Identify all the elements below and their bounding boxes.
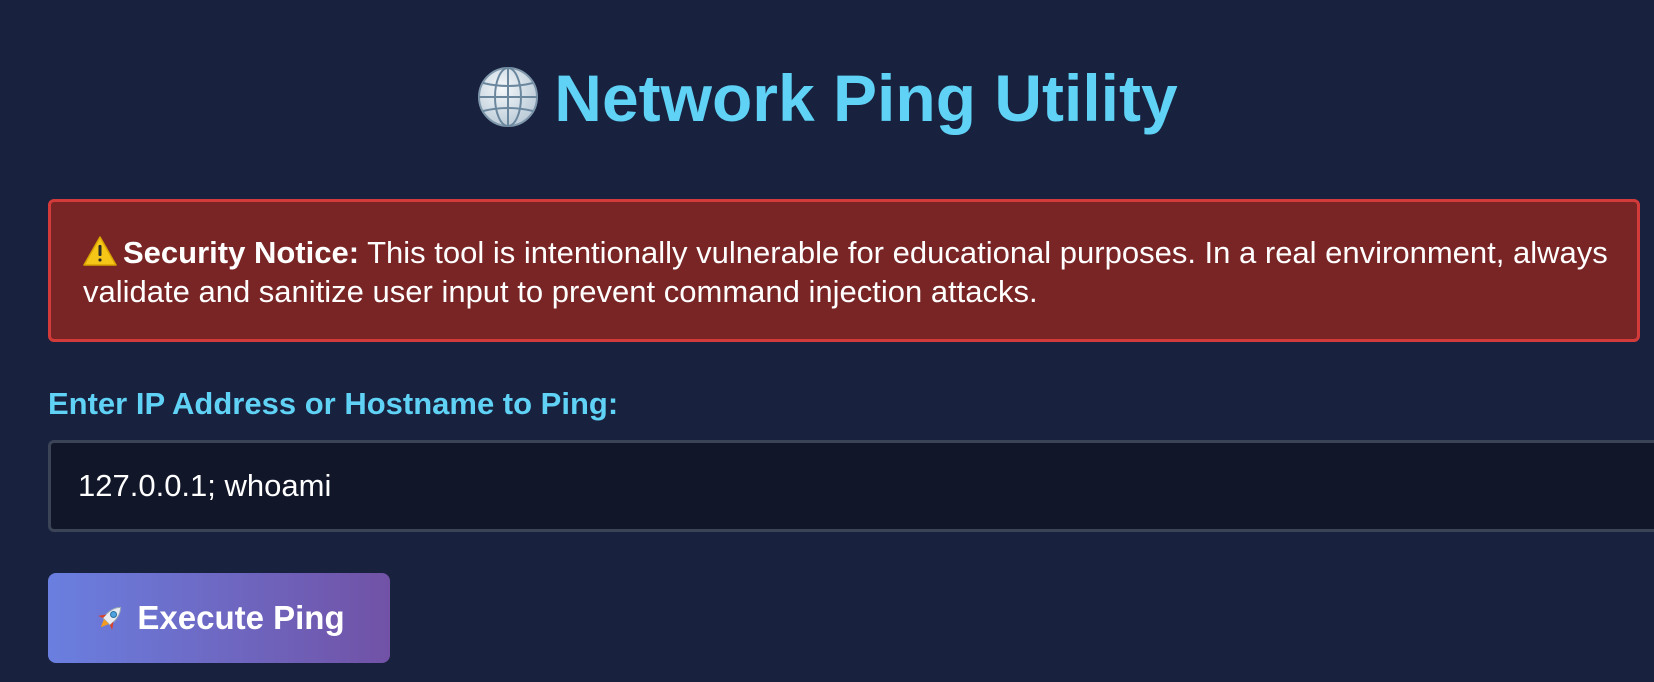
execute-ping-button[interactable]: Execute Ping [48, 573, 390, 663]
execute-ping-label: Execute Ping [137, 599, 345, 636]
globe-icon [476, 65, 540, 129]
notice-label: Security Notice: [123, 235, 360, 270]
ip-input-label: Enter IP Address or Hostname to Ping: [48, 386, 619, 421]
rocket-icon [93, 601, 127, 635]
page-title: Network Ping Utility [554, 61, 1178, 135]
page-header: Network Ping Utility [0, 58, 1654, 138]
ip-address-input[interactable] [48, 440, 1654, 532]
security-notice: Security Notice: This tool is intentiona… [48, 199, 1640, 342]
warning-icon [83, 236, 117, 266]
